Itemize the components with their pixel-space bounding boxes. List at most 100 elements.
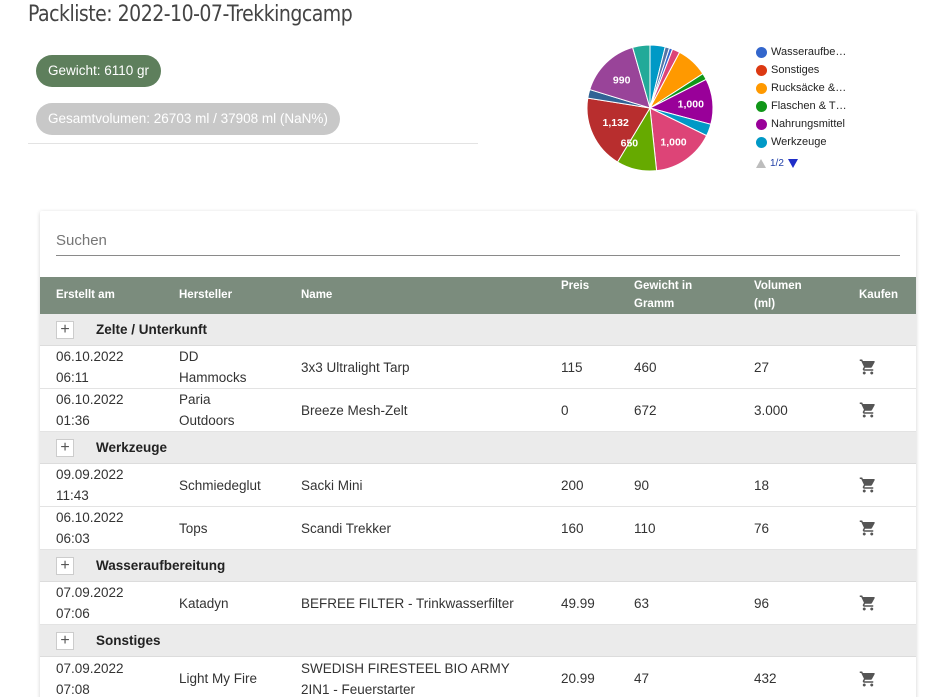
name-line1: Sacki Mini (301, 477, 363, 493)
column-header-price[interactable]: Preis (561, 277, 589, 295)
chart-legend: Wasseraufbe… Sonstiges Rucksäcke &… Flasche… (756, 43, 847, 171)
maker-line1: Katadyn (179, 595, 229, 611)
created-time: 01:36 (56, 413, 90, 428)
cell-volume: 27 (754, 359, 770, 375)
cell-volume: 432 (754, 671, 777, 686)
table-header: Erstellt am Hersteller Name Preis Gewich… (40, 277, 916, 314)
group-row: + Sonstiges (40, 625, 916, 657)
legend-item[interactable]: Flaschen & T… (756, 97, 847, 115)
pie-slice-label: 1,000 (660, 137, 686, 149)
legend-dot (756, 46, 767, 58)
legend-prev-icon[interactable] (756, 158, 766, 168)
created-date: 06.10.2022 (56, 392, 124, 407)
created-date: 06.10.2022 (56, 349, 124, 364)
maker-line1: Paria (179, 392, 211, 407)
buy-cart-icon[interactable] (858, 582, 878, 624)
cell-created: 07.09.2022 07:06 (56, 582, 166, 624)
cell-price: 49.99 (561, 595, 595, 611)
buy-cart-icon[interactable] (858, 389, 878, 431)
cell-created: 06.10.2022 06:11 (56, 346, 166, 388)
cell-name: Scandi Trekker (301, 507, 549, 549)
legend-label: Flaschen & T… (771, 100, 847, 112)
created-time: 11:43 (56, 488, 89, 503)
cell-maker: DD Hammocks (179, 346, 289, 388)
legend-label: Rucksäcke &… (771, 82, 847, 94)
table-row[interactable]: 06.10.2022 06:03 Tops Scandi Trekker 160 110 7… (40, 507, 916, 550)
buy-cart-icon[interactable] (858, 507, 878, 549)
created-datetime: 06.10.2022 06:03 (56, 507, 124, 549)
group-row: + Wasseraufbereitung (40, 550, 916, 582)
column-header-weight-line2: Gramm (634, 298, 675, 310)
column-header-maker[interactable]: Hersteller (179, 286, 232, 304)
maker-line1: Schmiedeglut (179, 477, 261, 493)
legend-item[interactable]: Wasseraufbe… (756, 43, 847, 61)
name-text: Breeze Mesh-Zelt (301, 400, 408, 421)
cell-name: BEFREE FILTER - Trinkwasserfilter (301, 582, 549, 624)
buy-cart-icon[interactable] (858, 346, 878, 388)
legend-item[interactable]: Werkzeuge (756, 133, 847, 151)
legend-next-icon[interactable] (787, 158, 798, 168)
maker-line1: Tops (179, 520, 208, 536)
cell-weight: 672 (634, 402, 657, 418)
search-input[interactable] (56, 225, 900, 256)
cell-price: 0 (561, 402, 569, 418)
maker-text: Katadyn (179, 593, 229, 614)
table-body: + Zelte / Unterkunft 06.10.2022 06:11 DD Hamm… (40, 314, 916, 697)
group-label: Wasseraufbereitung (96, 558, 226, 573)
name-text: SWEDISH FIRESTEEL BIO ARMY 2IN1 - Feuerst… (301, 658, 510, 697)
name-line1: SWEDISH FIRESTEEL BIO ARMY (301, 660, 510, 676)
group-label: Werkzeuge (96, 440, 168, 455)
name-line1: Breeze Mesh-Zelt (301, 402, 408, 418)
column-header-volume[interactable]: Volumen (ml) (754, 277, 802, 313)
table-row[interactable]: 09.09.2022 11:43 Schmiedeglut Sacki Mini 200… (40, 464, 916, 507)
cell-volume: 3.000 (754, 402, 788, 418)
cell-price: 20.99 (561, 671, 595, 686)
expand-plus-icon[interactable]: + (56, 632, 74, 650)
legend-item[interactable]: Sonstiges (756, 61, 847, 79)
created-date: 06.10.2022 (56, 510, 124, 525)
cell-created: 06.10.2022 01:36 (56, 389, 166, 431)
created-date: 09.09.2022 (56, 467, 124, 482)
expand-plus-icon[interactable]: + (56, 439, 74, 457)
table-row[interactable]: 06.10.2022 06:11 DD Hammocks 3x3 Ultralight … (40, 346, 916, 389)
summary-divider (28, 143, 478, 144)
legend-label: Werkzeuge (771, 136, 827, 148)
table-row[interactable]: 06.10.2022 01:36 Paria Outdoors Breeze Mesh-… (40, 389, 916, 432)
legend-item[interactable]: Rucksäcke &… (756, 79, 847, 97)
cell-price: 160 (561, 520, 584, 536)
table-row[interactable]: 07.09.2022 07:06 Katadyn BEFREE FILTER - Tr… (40, 582, 916, 625)
legend-dot (756, 100, 767, 112)
group-row: + Zelte / Unterkunft (40, 314, 916, 346)
name-text: Sacki Mini (301, 475, 363, 496)
cell-name: Sacki Mini (301, 464, 549, 506)
pie-slice-label: 1,000 (678, 99, 704, 111)
column-header-weight[interactable]: Gewicht in Gramm (634, 277, 692, 313)
created-datetime: 07.09.2022 07:06 (56, 582, 124, 624)
cell-name: SWEDISH FIRESTEEL BIO ARMY 2IN1 - Feuerst… (301, 657, 549, 697)
cell-price: 115 (561, 359, 583, 375)
buy-cart-icon[interactable] (858, 657, 878, 697)
created-time: 07:06 (56, 606, 90, 621)
cell-name: Breeze Mesh-Zelt (301, 389, 549, 431)
column-header-name[interactable]: Name (301, 286, 332, 304)
legend-item[interactable]: Nahrungsmittel (756, 115, 847, 133)
expand-plus-icon[interactable]: + (56, 557, 74, 575)
column-header-created[interactable]: Erstellt am (56, 286, 115, 304)
pie-slice-label: 990 (613, 75, 631, 87)
table-row[interactable]: 07.09.2022 07:08 Light My Fire SWEDISH FIRE… (40, 657, 916, 697)
volume-badge: Gesamtvolumen: 26703 ml / 37908 ml (NaN%… (36, 103, 340, 135)
name-line1: BEFREE FILTER - Trinkwasserfilter (301, 595, 514, 611)
created-datetime: 07.09.2022 07:08 (56, 658, 124, 697)
legend-label: Nahrungsmittel (771, 118, 845, 130)
cell-created: 06.10.2022 06:03 (56, 507, 166, 549)
maker-line1: Light My Fire (179, 671, 258, 686)
maker-text: Schmiedeglut (179, 475, 261, 496)
column-header-buy: Kaufen (859, 289, 898, 301)
maker-text: Tops (179, 518, 208, 539)
expand-plus-icon[interactable]: + (56, 321, 74, 339)
cell-weight: 63 (634, 595, 650, 611)
cell-maker: Katadyn (179, 582, 289, 624)
buy-cart-icon[interactable] (858, 464, 878, 506)
weight-pie-chart[interactable]: 1,000 1,000 650 1,132 990 (580, 38, 720, 178)
cell-volume: 18 (754, 477, 770, 493)
